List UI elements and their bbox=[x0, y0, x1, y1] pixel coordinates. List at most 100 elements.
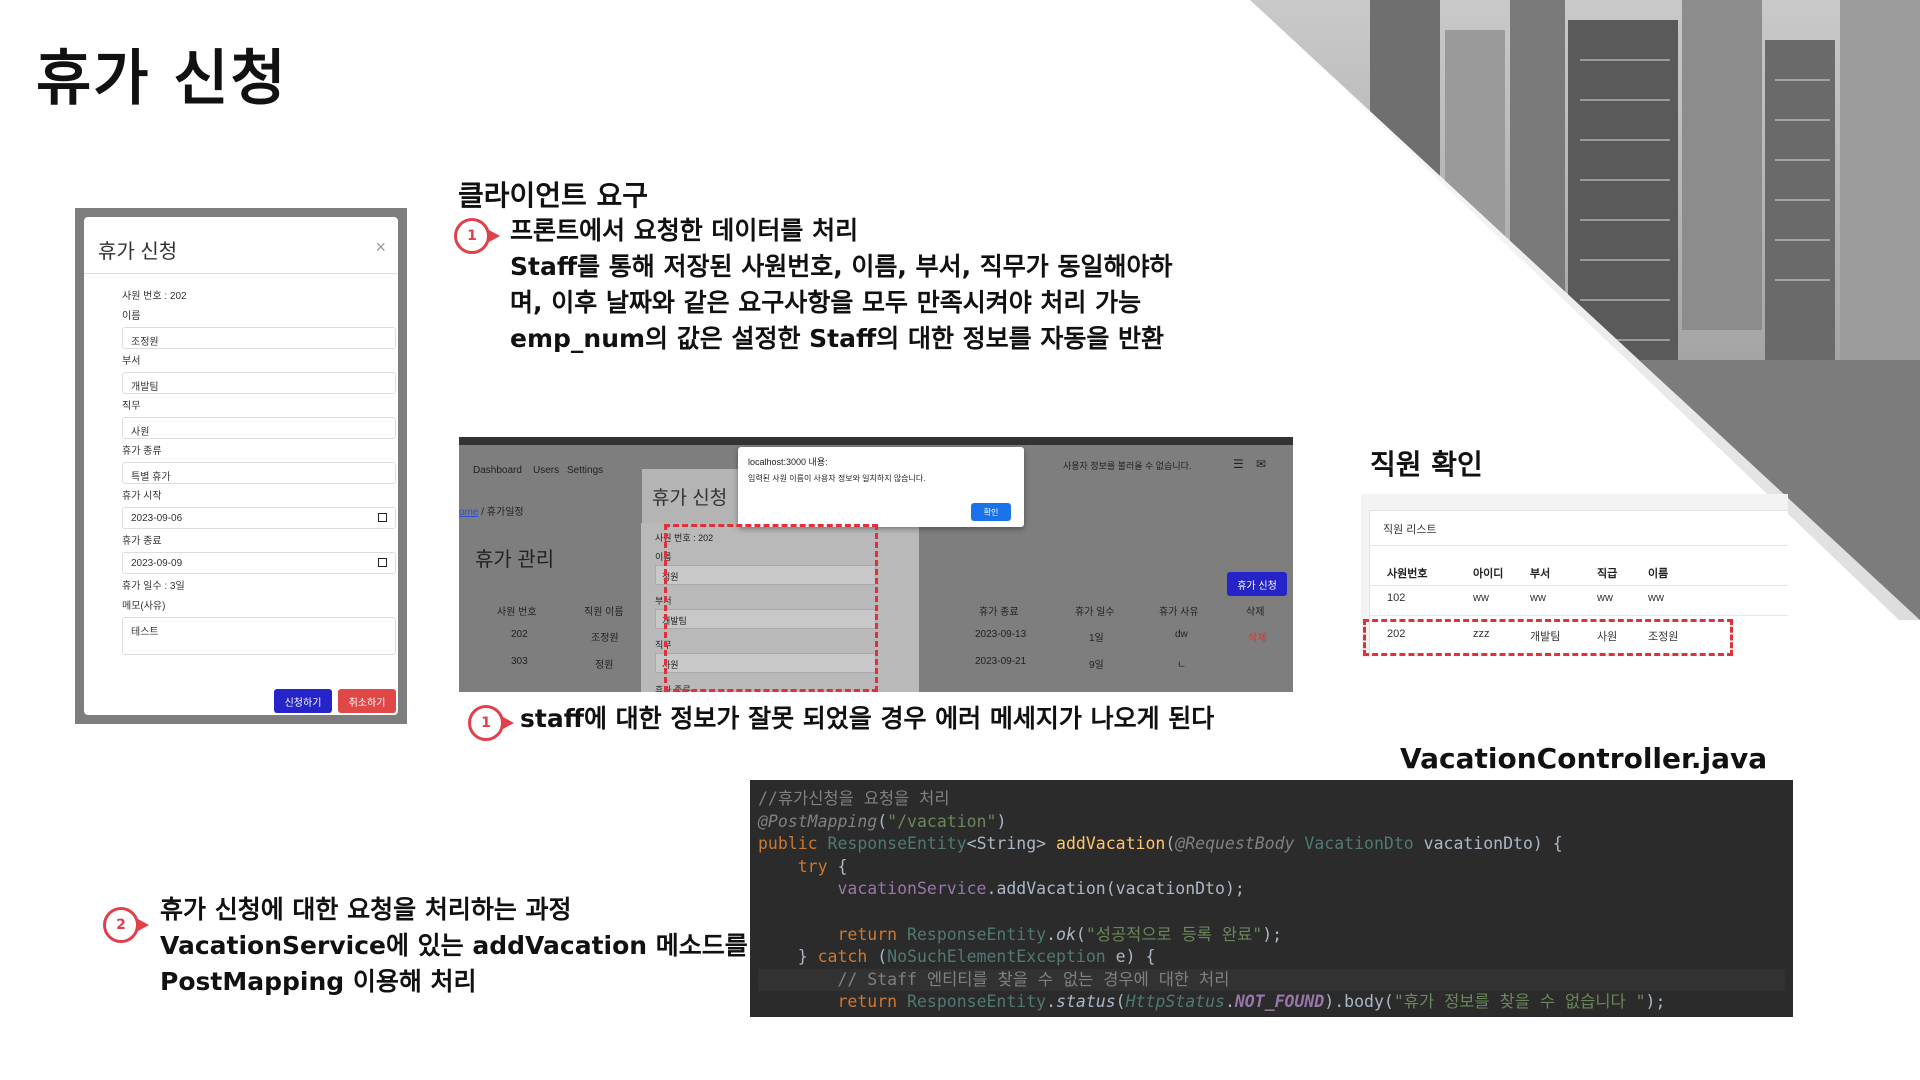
row-1-name: 조정원 bbox=[591, 633, 619, 644]
staff-list-title: 직원 리스트 bbox=[1383, 524, 1437, 536]
inbox-icon[interactable]: ✉ bbox=[1256, 457, 1266, 471]
submit-button[interactable]: 신청하기 bbox=[274, 689, 332, 713]
divider bbox=[1370, 615, 1788, 616]
end-date-value: 2023-09-09 bbox=[131, 558, 183, 569]
row-1-days: 1일 bbox=[1089, 633, 1104, 644]
row-1-id: ww bbox=[1473, 592, 1489, 604]
start-label: 휴가 시작 bbox=[122, 491, 162, 502]
memo-textarea[interactable]: 테스트 bbox=[122, 617, 396, 655]
vacation-management-screenshot: Dashboard Users Settings 사용자 정보를 불러올 수 없… bbox=[459, 437, 1293, 692]
col-position: 직급 bbox=[1597, 568, 1618, 580]
browser-topbar bbox=[459, 437, 1293, 445]
highlight-box bbox=[664, 524, 878, 692]
close-icon[interactable]: × bbox=[375, 237, 386, 258]
code-line: return ResponseEntity.status(HttpStatus.… bbox=[837, 992, 1666, 1012]
row-2-days: 9일 bbox=[1089, 660, 1104, 671]
breadcrumb: ome / 휴가일정 bbox=[459, 503, 524, 518]
col-delete: 삭제 bbox=[1246, 607, 1265, 618]
vacation-modal-screenshot: 휴가 신청 × 사원 번호 : 202 이름 조정원 부서 개발팀 직무 사원 … bbox=[75, 208, 407, 724]
request-line: emp_num의 값은 설정한 Staff의 대한 정보를 자동을 반환 bbox=[510, 324, 1165, 353]
start-date-value: 2023-09-06 bbox=[131, 513, 183, 524]
code-line: public ResponseEntity<String> addVacatio… bbox=[758, 834, 1563, 854]
page-title: 휴가 관리 bbox=[475, 549, 555, 571]
dept-input[interactable]: 개발팀 bbox=[122, 372, 396, 394]
breadcrumb-current: 휴가일정 bbox=[486, 507, 524, 518]
start-date-input[interactable]: 2023-09-06 bbox=[122, 507, 396, 529]
row-1-dept: ww bbox=[1530, 592, 1546, 604]
divider bbox=[1370, 585, 1788, 586]
row-1-emp: 202 bbox=[511, 629, 528, 640]
row-2-reason: ㄴ bbox=[1177, 660, 1187, 671]
request-line: 프론트에서 요청한 데이터를 처리 bbox=[510, 216, 859, 245]
step-1-badge: 1 bbox=[454, 218, 500, 254]
memo-label: 메모(사유) bbox=[122, 601, 166, 612]
error-note-text: staff에 대한 정보가 잘못 되었을 경우 에러 메세지가 나오게 된다 bbox=[520, 704, 1215, 733]
name-input[interactable]: 조정원 bbox=[122, 327, 396, 349]
calendar-icon[interactable] bbox=[378, 558, 387, 567]
col-end-date: 휴가 종료 bbox=[979, 607, 1019, 618]
code-line: try { bbox=[797, 856, 848, 876]
name-label: 이름 bbox=[122, 311, 141, 322]
code-line: vacationService.addVacation(vacationDto)… bbox=[837, 879, 1245, 899]
row-1-delete-link[interactable]: 삭제 bbox=[1248, 629, 1266, 644]
vacation-type-select[interactable]: 특별 휴가 bbox=[122, 462, 396, 484]
alert-ok-button[interactable]: 확인 bbox=[971, 503, 1011, 521]
client-request-text: 프론트에서 요청한 데이터를 처리 Staff를 통해 저장된 사원번호, 이름… bbox=[510, 213, 1250, 357]
code-filename: VacationController.java bbox=[1400, 742, 1768, 775]
nav-dashboard[interactable]: Dashboard bbox=[473, 465, 522, 476]
code-line: return ResponseEntity.ok("성공적으로 등록 완료"); bbox=[837, 924, 1283, 944]
col-emp-name: 직원 이름 bbox=[584, 607, 624, 618]
col-days: 휴가 일수 bbox=[1075, 607, 1115, 618]
cancel-button[interactable]: 취소하기 bbox=[338, 689, 396, 713]
step-1-badge: 1 bbox=[468, 705, 514, 741]
code-line: // Staff 엔티티를 찾을 수 없는 경우에 대한 처리 bbox=[758, 968, 1785, 992]
dept-label: 부서 bbox=[122, 356, 141, 367]
highlight-box bbox=[1363, 619, 1733, 656]
divider bbox=[1370, 545, 1788, 546]
nav-settings[interactable]: Settings bbox=[567, 465, 603, 476]
request-line: 며, 이후 날짜와 같은 요구사항을 모두 만족시켜야 처리 가능 bbox=[510, 288, 1142, 317]
col-name: 이름 bbox=[1648, 568, 1669, 580]
error-alert-dialog: localhost:3000 내용: 입력된 사원 이름이 사용자 정보와 일치… bbox=[738, 447, 1024, 527]
breadcrumb-home[interactable]: ome bbox=[459, 507, 478, 518]
col-id: 아이디 bbox=[1473, 568, 1504, 580]
code-line: //휴가신청을 요청을 처리 bbox=[758, 789, 950, 808]
vacation-modal: 휴가 신청 × 사원 번호 : 202 이름 조정원 부서 개발팀 직무 사원 … bbox=[84, 217, 398, 715]
row-2-end: 2023-09-21 bbox=[975, 656, 1027, 667]
dialog-title: 휴가 신청 bbox=[652, 488, 728, 509]
process-note-text: 휴가 신청에 대한 요청을 처리하는 과정 VacationService에 있… bbox=[160, 892, 760, 1000]
row-1-position: ww bbox=[1597, 592, 1613, 604]
end-label: 휴가 종료 bbox=[122, 536, 162, 547]
staff-check-heading: 직원 확인 bbox=[1370, 448, 1483, 481]
step-2-badge: 2 bbox=[103, 907, 149, 943]
days-text: 휴가 일수 : 3일 bbox=[122, 581, 185, 592]
type-label: 휴가 종류 bbox=[122, 446, 162, 457]
job-label: 직무 bbox=[122, 401, 141, 412]
row-2-emp: 303 bbox=[511, 656, 528, 667]
menu-icon[interactable]: ☰ bbox=[1233, 457, 1244, 471]
breadcrumb-separator: / bbox=[481, 507, 485, 518]
col-emp-num: 사원 번호 bbox=[497, 607, 537, 618]
code-snippet: //휴가신청을 요청을 처리 @PostMapping("/vacation")… bbox=[750, 780, 1793, 1017]
col-reason: 휴가 사유 bbox=[1159, 607, 1199, 618]
end-date-input[interactable]: 2023-09-09 bbox=[122, 552, 396, 574]
top-error-message: 사용자 정보를 불러올 수 없습니다. bbox=[1063, 461, 1192, 471]
alert-origin: localhost:3000 내용: bbox=[748, 457, 828, 467]
process-line: 휴가 신청에 대한 요청을 처리하는 과정 bbox=[160, 895, 572, 924]
nav-users[interactable]: Users bbox=[533, 465, 559, 476]
calendar-icon[interactable] bbox=[378, 513, 387, 522]
row-1-end: 2023-09-13 bbox=[975, 629, 1027, 640]
code-line: @PostMapping("/vacation") bbox=[758, 811, 1007, 831]
slide-title: 휴가 신청 bbox=[36, 44, 288, 114]
add-vacation-button[interactable]: 휴가 신청 bbox=[1227, 572, 1287, 596]
row-1-name: ww bbox=[1648, 592, 1664, 604]
col-dept: 부서 bbox=[1530, 568, 1551, 580]
request-line: Staff를 통해 저장된 사원번호, 이름, 부서, 직무가 동일해야하 bbox=[510, 252, 1173, 281]
modal-title: 휴가 신청 bbox=[98, 241, 178, 263]
staff-list-screenshot: 직원 리스트 사원번호 아이디 부서 직급 이름 102 ww ww ww ww… bbox=[1361, 494, 1788, 658]
code-line: } catch (NoSuchElementException e) { bbox=[758, 947, 1156, 967]
row-1-emp: 102 bbox=[1387, 592, 1406, 604]
job-input[interactable]: 사원 bbox=[122, 417, 396, 439]
client-request-heading: 클라이언트 요구 bbox=[458, 179, 649, 212]
